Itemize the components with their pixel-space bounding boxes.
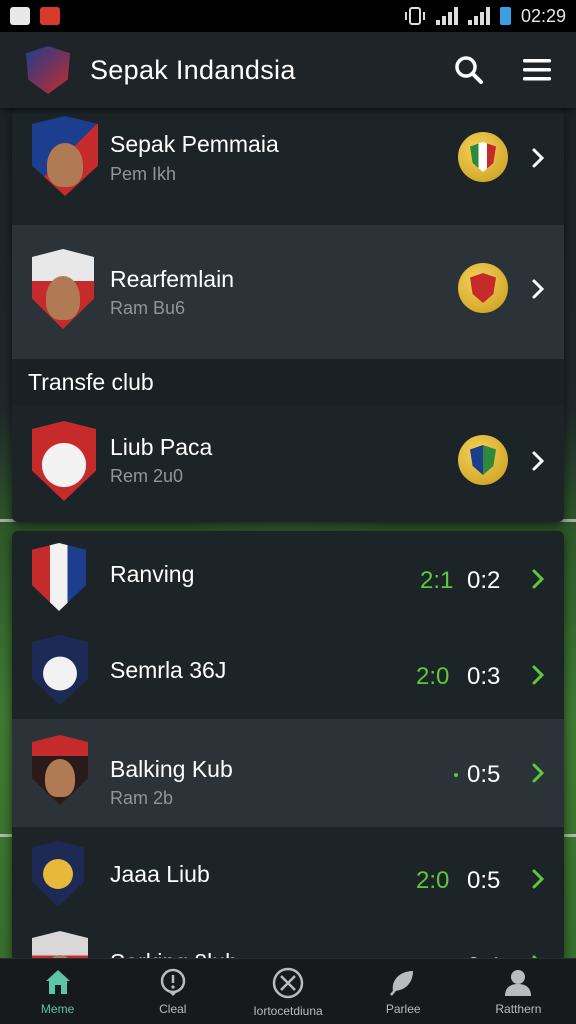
club-badge-icon <box>458 263 508 313</box>
nav-cleal[interactable]: Cleal <box>115 959 230 1024</box>
bottom-navigation: Meme Cleal Iortocetdiuna Parlee Ratthern <box>0 958 576 1024</box>
search-icon <box>455 56 483 84</box>
list-item[interactable]: Liub Paca Rem 2u0 <box>12 405 564 522</box>
chevron-right-icon <box>532 148 545 168</box>
chevron-right-icon <box>532 763 545 783</box>
nav-label: Meme <box>40 1002 75 1016</box>
match-row[interactable]: Balking Kub Ram 2b 0:5 <box>12 719 564 827</box>
nav-transfer[interactable]: Iortocetdiuna <box>230 959 345 1024</box>
player-avatar <box>32 931 88 961</box>
matches-panel: Ranving 2:1 0:2 Semrla 36J 2:0 0:3 Balki… <box>12 531 564 961</box>
club-crest <box>32 543 86 611</box>
item-subtitle: Ram Bu6 <box>110 298 186 318</box>
close-circle-icon <box>272 967 304 999</box>
status-bar: 02:29 <box>0 0 576 32</box>
player-avatar <box>32 735 88 805</box>
gallery-notification-icon <box>10 7 30 25</box>
match-row[interactable]: Semrla 36J 2:0 0:3 <box>12 623 564 719</box>
app-logo <box>26 46 70 94</box>
app-title: Sepak Indandsia <box>90 54 296 85</box>
match-team-name: Jaaa Liub <box>110 861 210 887</box>
players-panel: Sepak Pemmaia Pem Ikh Rearfemlain Ram Bu… <box>12 108 564 522</box>
match-row[interactable]: Jaaa Liub 2:0 0:5 <box>12 827 564 925</box>
player-avatar <box>32 116 98 196</box>
nav-profile[interactable]: Ratthern <box>461 959 576 1024</box>
match-row[interactable]: Sarking 8lub 0:4 <box>12 925 564 961</box>
item-name: Sepak Pemmaia <box>110 131 279 157</box>
live-indicator <box>454 773 458 777</box>
match-score-secondary: 0:2 <box>467 567 501 594</box>
club-crest <box>32 421 96 501</box>
club-badge-icon <box>458 132 508 182</box>
nav-label: Ratthern <box>495 1002 542 1016</box>
alert-icon <box>160 968 186 996</box>
match-score-primary: 2:0 <box>416 663 450 690</box>
player-avatar <box>32 249 94 329</box>
match-row[interactable]: Ranving 2:1 0:2 <box>12 531 564 623</box>
match-score-secondary: 0:5 <box>467 867 501 894</box>
nav-parlee[interactable]: Parlee <box>346 959 461 1024</box>
match-team-name: Ranving <box>110 561 195 587</box>
list-item[interactable]: Rearfemlain Ram Bu6 <box>12 225 564 359</box>
list-item[interactable]: Sepak Pemmaia Pem Ikh <box>12 108 564 224</box>
menu-button[interactable] <box>520 53 554 87</box>
nav-home[interactable]: Meme <box>0 959 115 1024</box>
battery-icon <box>499 7 511 25</box>
profile-icon <box>505 970 532 996</box>
ball-icon <box>390 971 414 996</box>
match-score-primary: 2:0 <box>416 867 450 894</box>
nav-label: Parlee <box>385 1002 421 1016</box>
match-score-secondary: 0:3 <box>467 663 501 690</box>
vibrate-icon <box>404 7 425 25</box>
nav-label: Iortocetdiuna <box>253 1004 323 1018</box>
chevron-right-icon <box>532 665 545 685</box>
section-header: Transfe club <box>12 359 564 405</box>
home-icon <box>45 970 70 994</box>
item-subtitle: Rem 2u0 <box>110 466 184 486</box>
status-time: 02:29 <box>520 5 566 26</box>
signal-icon <box>435 7 458 25</box>
match-score-primary: 2:1 <box>420 567 454 594</box>
match-team-name: Semrla 36J <box>110 657 227 683</box>
chevron-right-icon <box>532 569 545 589</box>
club-badge-icon <box>458 435 508 485</box>
chevron-right-icon <box>532 869 545 889</box>
club-crest <box>32 635 88 705</box>
club-crest <box>32 841 84 907</box>
item-subtitle: Pem Ikh <box>110 164 177 184</box>
item-name: Rearfemlain <box>110 266 234 292</box>
match-subtitle: Ram 2b <box>110 788 174 808</box>
chevron-right-icon <box>532 279 545 299</box>
match-team-name: Balking Kub <box>110 756 233 782</box>
nav-label: Cleal <box>159 1002 187 1016</box>
signal-icon <box>467 7 490 25</box>
app-notification-icon <box>40 7 60 25</box>
menu-icon <box>523 59 551 81</box>
match-score-secondary: 0:5 <box>467 761 501 788</box>
chevron-right-icon <box>532 451 545 471</box>
section-title: Transfe club <box>28 369 154 395</box>
search-button[interactable] <box>452 53 486 87</box>
app-bar: Sepak Indandsia <box>0 32 576 108</box>
item-name: Liub Paca <box>110 434 213 460</box>
